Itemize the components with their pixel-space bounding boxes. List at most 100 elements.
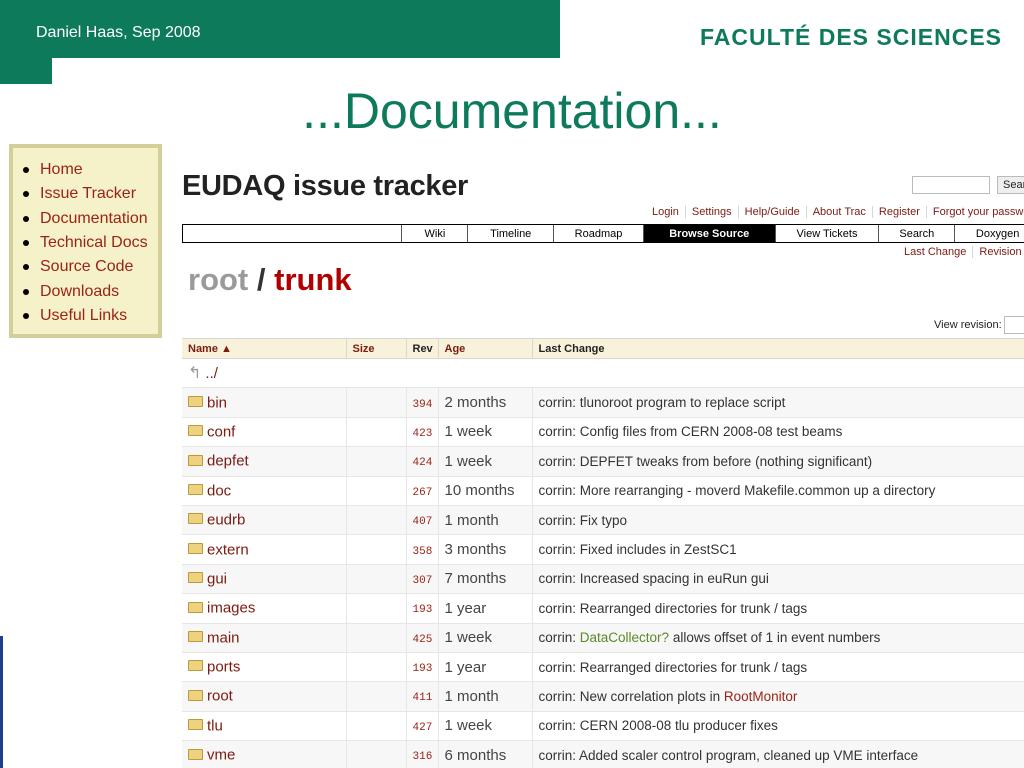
meta-link-help[interactable]: Help/Guide	[737, 206, 806, 218]
tab-wiki[interactable]: Wiki	[402, 225, 469, 242]
search-button[interactable]: Sear	[997, 176, 1024, 194]
cell-age[interactable]: 7 months	[437, 564, 532, 595]
rev-link[interactable]: 424	[413, 457, 433, 469]
change-message: corrin: Fixed includes in ZestSC1	[538, 542, 737, 558]
nav-link-useful-links[interactable]: Useful Links	[40, 307, 127, 325]
ctx-link-last-change[interactable]: Last Change	[898, 246, 972, 258]
breadcrumb-separator: /	[256, 262, 266, 297]
cell-age[interactable]: 1 week	[437, 623, 532, 653]
cell-age[interactable]: 1 month	[437, 505, 532, 536]
meta-link-register[interactable]: Register	[871, 206, 926, 218]
cell-size	[345, 417, 406, 448]
ctx-link-revision-log[interactable]: Revision L	[972, 246, 1024, 258]
folder-icon	[188, 454, 203, 466]
table-row: conf 423 1 week corrin: Config files from C…	[182, 417, 1024, 448]
rev-link[interactable]: 425	[413, 634, 433, 646]
dir-link[interactable]: gui	[207, 570, 227, 587]
dir-link[interactable]: ports	[207, 658, 240, 675]
dir-link[interactable]: main	[207, 629, 240, 646]
table-row: bin 394 2 months corrin: tlunoroot program …	[182, 387, 1024, 418]
dir-link[interactable]: extern	[207, 541, 249, 558]
rev-link[interactable]: 193	[413, 663, 433, 675]
rev-link[interactable]: 407	[413, 516, 433, 528]
rev-link[interactable]: 267	[413, 487, 433, 499]
rev-link[interactable]: 358	[413, 546, 433, 558]
dir-link[interactable]: bin	[207, 394, 227, 411]
rev-link[interactable]: 316	[413, 751, 433, 763]
col-header-name[interactable]: Name ▲	[182, 338, 346, 359]
dir-link[interactable]: vme	[207, 747, 235, 764]
dir-link[interactable]: conf	[207, 423, 235, 440]
cell-rev: 358	[405, 534, 438, 565]
rev-link[interactable]: 193	[413, 604, 433, 616]
cell-rev: 427	[405, 711, 438, 742]
breadcrumb-root[interactable]: root	[188, 262, 248, 297]
rev-link[interactable]: 411	[413, 692, 433, 704]
nav-link-documentation[interactable]: Documentation	[40, 210, 148, 228]
nav-item-technical-docs: Technical Docs	[23, 231, 158, 255]
view-revision-input[interactable]	[1004, 316, 1024, 334]
cell-name: main	[182, 623, 346, 653]
tab-timeline[interactable]: Timeline	[468, 225, 555, 242]
tab-browse-source[interactable]: Browse Source	[643, 225, 776, 242]
meta-link-login[interactable]: Login	[646, 206, 685, 218]
parent-dir-link[interactable]: ../	[205, 365, 218, 382]
nav-link-source-code[interactable]: Source Code	[40, 258, 133, 276]
cell-last-change: corrin: Fixed includes in ZestSC1	[531, 534, 1024, 565]
search-input[interactable]	[912, 176, 990, 194]
cell-age[interactable]: 1 year	[437, 652, 532, 683]
tab-view-tickets[interactable]: View Tickets	[776, 225, 880, 242]
tab-doxygen[interactable]: Doxygen	[955, 225, 1024, 242]
dir-link[interactable]: root	[207, 688, 233, 705]
cell-last-change: corrin: Increased spacing in euRun gui	[531, 564, 1024, 595]
cell-age[interactable]: 3 months	[437, 534, 532, 565]
cell-size	[345, 711, 406, 742]
nav-link-downloads[interactable]: Downloads	[40, 283, 119, 301]
folder-icon	[188, 395, 203, 407]
col-header-size[interactable]: Size	[345, 338, 406, 359]
col-header-last-change: Last Change	[531, 338, 1024, 359]
cell-age[interactable]: 2 months	[437, 387, 532, 418]
nav-item-home: Home	[23, 158, 158, 182]
folder-icon	[188, 484, 203, 496]
cell-age[interactable]: 10 months	[437, 476, 532, 506]
tab-search[interactable]: Search	[879, 225, 956, 242]
wiki-link[interactable]: RootMonitor	[724, 689, 798, 704]
folder-icon	[188, 748, 203, 760]
cell-size	[345, 681, 406, 712]
rev-link[interactable]: 307	[413, 575, 433, 587]
meta-link-about[interactable]: About Trac	[805, 206, 872, 218]
table-row: vme 316 6 months corrin: Added scaler contr…	[182, 740, 1024, 768]
rev-link[interactable]: 394	[413, 399, 433, 411]
dir-link[interactable]: depfet	[207, 453, 249, 470]
rev-link[interactable]: 423	[413, 428, 433, 440]
nav-link-technical-docs[interactable]: Technical Docs	[40, 234, 148, 252]
dir-link[interactable]: doc	[207, 482, 231, 499]
cell-size	[345, 534, 406, 565]
faculty-logo: FACULTÉ DES SCIENCES	[700, 24, 1002, 50]
nav-link-home[interactable]: Home	[40, 161, 83, 179]
cell-age[interactable]: 6 months	[437, 740, 532, 768]
cell-age[interactable]: 1 week	[437, 417, 532, 448]
dir-link[interactable]: eudrb	[207, 511, 245, 528]
nav-link-issue-tracker[interactable]: Issue Tracker	[40, 185, 136, 203]
tab-roadmap[interactable]: Roadmap	[554, 225, 644, 242]
up-arrow-icon: ↰	[188, 365, 202, 383]
cell-age[interactable]: 1 month	[437, 681, 532, 712]
change-message: corrin: DEPFET tweaks from before (nothi…	[538, 453, 873, 469]
cell-age[interactable]: 1 year	[437, 593, 532, 624]
table-row: depfet 424 1 week corrin: DEPFET tweaks fro…	[182, 446, 1024, 477]
rev-link[interactable]: 427	[413, 722, 433, 734]
meta-link-forgot-password[interactable]: Forgot your passwo	[925, 206, 1024, 218]
breadcrumb-trunk[interactable]: trunk	[274, 262, 352, 297]
col-header-age[interactable]: Age	[437, 338, 532, 359]
meta-link-settings[interactable]: Settings	[684, 206, 738, 218]
cell-size	[345, 476, 406, 506]
dir-link[interactable]: images	[207, 600, 255, 617]
wiki-link[interactable]: DataCollector?	[580, 630, 669, 645]
cell-age[interactable]: 1 week	[437, 711, 532, 742]
cell-age[interactable]: 1 week	[437, 446, 532, 477]
cell-name: extern	[182, 534, 346, 565]
cell-last-change: corrin: Added scaler control program, cl…	[531, 740, 1024, 768]
dir-link[interactable]: tlu	[207, 717, 223, 734]
